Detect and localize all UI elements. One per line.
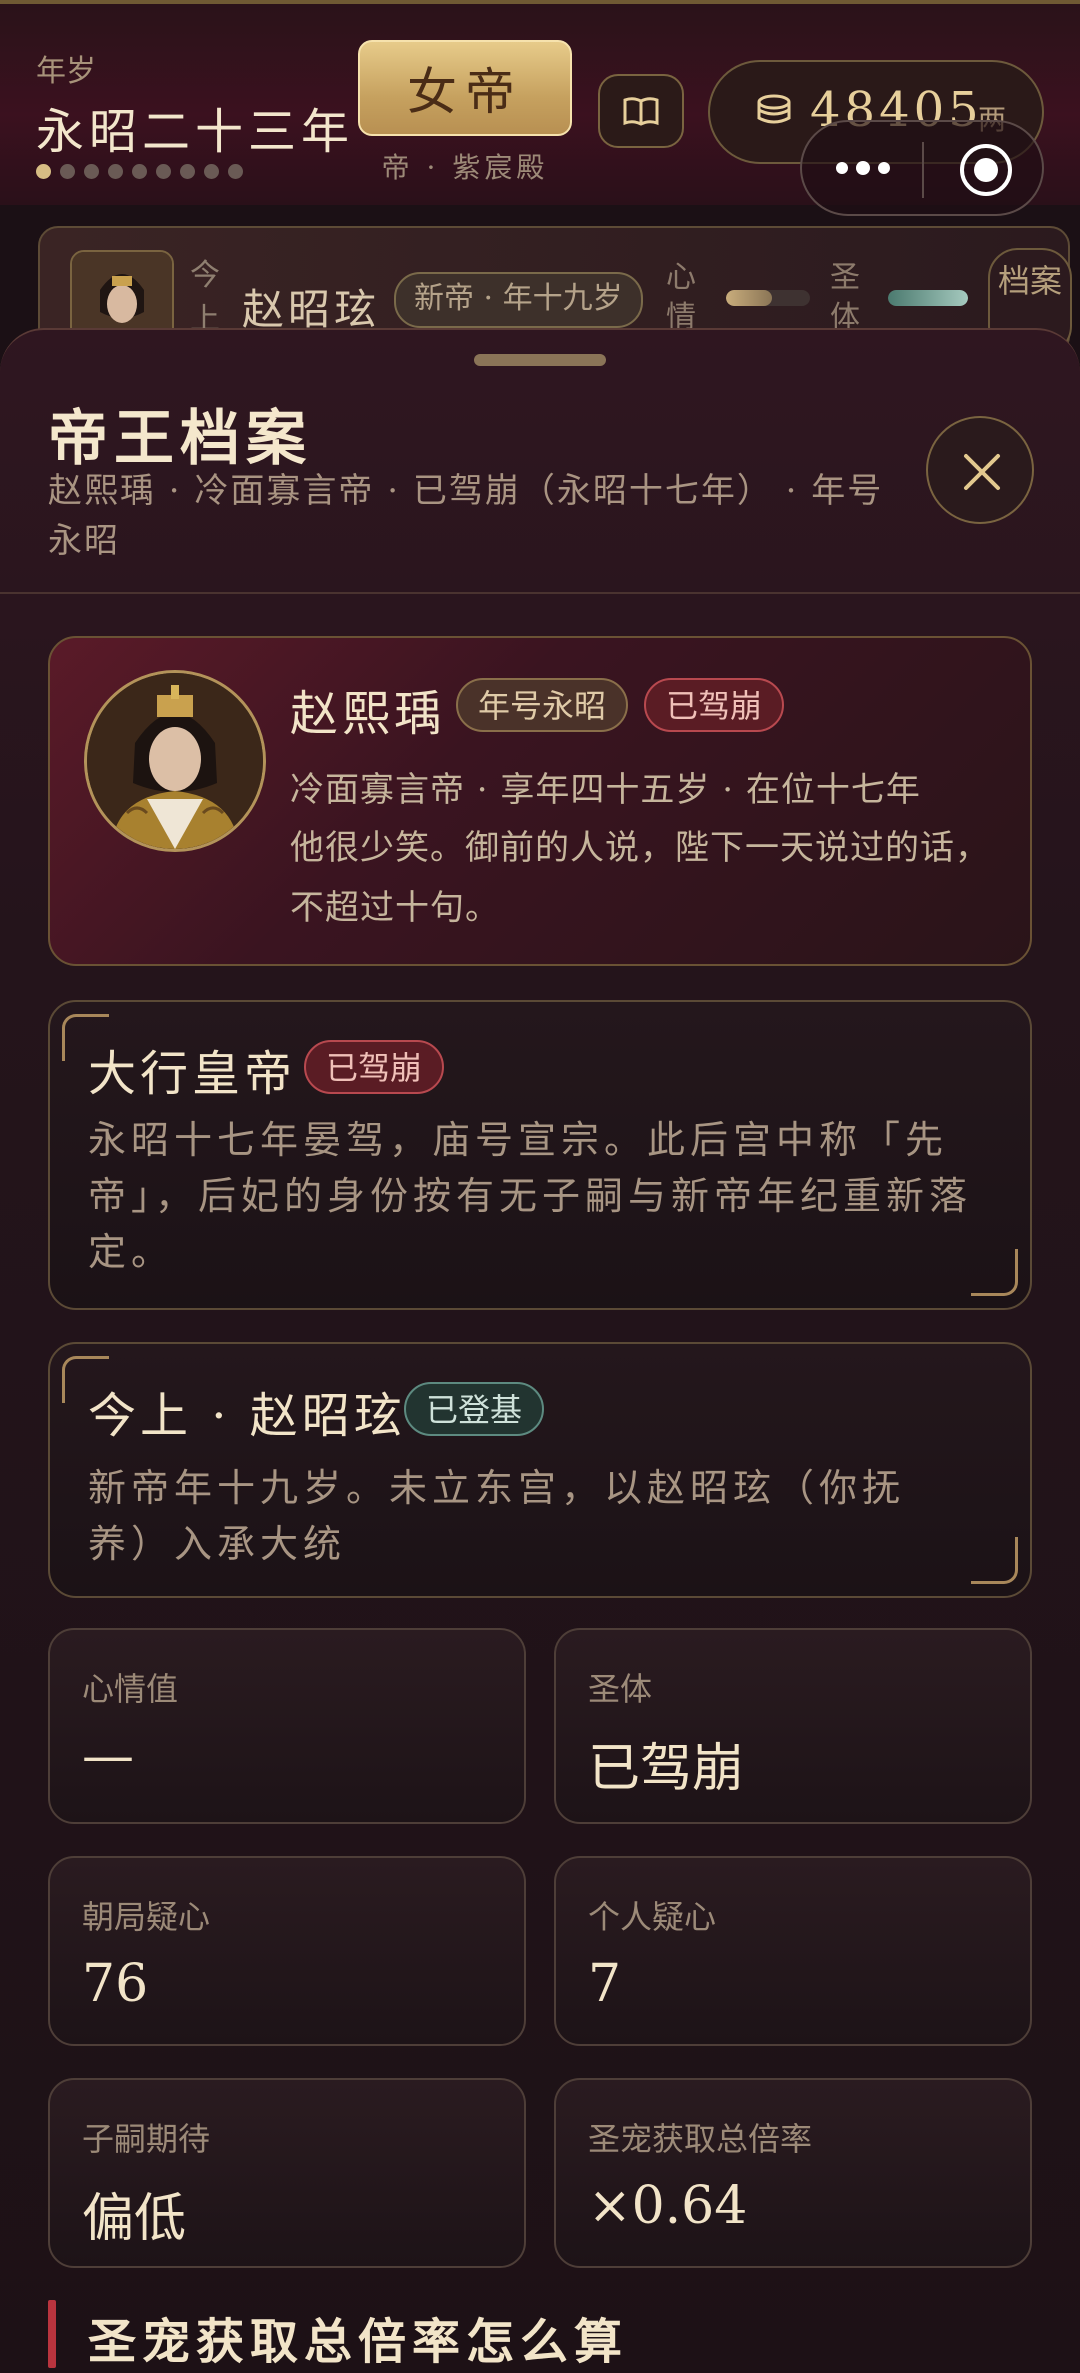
current-emperor-text: 新帝年十九岁。未立东宫，以赵昭玹（你抚养）入承大统 bbox=[88, 1466, 906, 1566]
progress-dot bbox=[36, 164, 51, 179]
more-dots-icon[interactable] bbox=[836, 161, 890, 175]
progress-dot bbox=[60, 164, 75, 179]
stat-card-health: 圣体 已驾崩 bbox=[554, 1628, 1032, 1824]
deceased-tag: 已驾崩 bbox=[304, 1040, 445, 1094]
close-icon bbox=[964, 454, 1000, 490]
ruler-tag: 新帝 · 年十九岁 bbox=[394, 272, 643, 328]
progress-dot bbox=[228, 164, 243, 179]
stat-card-heir-expectation: 子嗣期待 偏低 bbox=[48, 2078, 526, 2268]
progress-dot bbox=[180, 164, 195, 179]
stat-value: 偏低 bbox=[82, 2189, 187, 2249]
sheet-subtitle: 赵熙瑀 · 冷面寡言帝 · 已驾崩（永昭十七年） · 年号永昭 bbox=[48, 471, 884, 561]
miniprogram-capsule bbox=[800, 120, 1044, 216]
stat-value: 已驾崩 bbox=[588, 1739, 745, 1799]
progress-dots bbox=[36, 164, 243, 179]
mood-bar bbox=[726, 290, 810, 306]
mood-label: 心情 bbox=[666, 260, 696, 335]
progress-dot bbox=[108, 164, 123, 179]
book-icon bbox=[623, 97, 659, 126]
stat-label: 圣宠获取总倍率 bbox=[588, 2120, 813, 2158]
target-icon[interactable] bbox=[960, 144, 1012, 196]
corner-ornament bbox=[971, 1537, 1018, 1584]
sheet-divider bbox=[0, 592, 1080, 594]
stat-label: 子嗣期待 bbox=[82, 2120, 211, 2158]
capsule-divider bbox=[922, 142, 924, 198]
stat-value: 76 bbox=[82, 1954, 149, 2014]
era-label: 年岁 bbox=[36, 54, 96, 89]
current-emperor-title: 今上 · 赵昭玹 bbox=[88, 1388, 406, 1444]
emperor-profile-card: 赵熙瑀 年号永昭 已驾崩 冷面寡言帝 · 享年四十五岁 · 在位十七年 他很少笑… bbox=[48, 636, 1032, 966]
palace-label: 帝 · 紫宸殿 bbox=[381, 151, 549, 184]
sheet-drag-handle[interactable] bbox=[474, 354, 606, 366]
late-emperor-card: 大行皇帝 已驾崩 永昭十七年晏驾，庙号宣宗。此后宫中称「先帝」，后妃的身份按有无… bbox=[48, 1000, 1032, 1310]
stat-value: — bbox=[82, 1726, 134, 1786]
section-accent-bar bbox=[48, 2300, 56, 2368]
top-status-bar: 年岁 永昭二十三年 女帝 帝 · 紫宸殿 48405 两 bbox=[0, 0, 1080, 216]
stat-label: 圣体 bbox=[588, 1670, 653, 1708]
stat-card-mood: 心情值 — bbox=[48, 1628, 526, 1824]
sheet-title: 帝王档案 bbox=[48, 404, 312, 474]
progress-dot bbox=[156, 164, 171, 179]
close-button[interactable] bbox=[926, 416, 1034, 524]
stat-label: 朝局疑心 bbox=[82, 1898, 211, 1936]
late-emperor-text: 永昭十七年晏驾，庙号宣宗。此后宫中称「先帝」，后妃的身份按有无子嗣与新帝年纪重新… bbox=[88, 1118, 973, 1274]
body-bar bbox=[888, 290, 968, 306]
book-button[interactable] bbox=[598, 74, 684, 148]
coin-stack-icon bbox=[757, 94, 791, 124]
emperor-dossier-sheet: 帝王档案 赵熙瑀 · 冷面寡言帝 · 已驾崩（永昭十七年） · 年号永昭 赵熙瑀… bbox=[0, 328, 1080, 2373]
progress-dot bbox=[204, 164, 219, 179]
emperor-summary: 冷面寡言帝 · 享年四十五岁 · 在位十七年 bbox=[290, 770, 921, 810]
emperor-description: 他很少笑。御前的人说，陛下一天说过的话，不超过十句。 bbox=[290, 828, 990, 928]
emperor-name: 赵熙瑀 bbox=[290, 686, 447, 742]
emperor-portrait bbox=[84, 670, 266, 852]
stat-card-court-suspicion: 朝局疑心 76 bbox=[48, 1856, 526, 2046]
enthroned-tag: 已登基 bbox=[404, 1382, 545, 1436]
role-title-button[interactable]: 女帝 bbox=[358, 40, 572, 136]
stat-value: ×0.64 bbox=[588, 2176, 748, 2236]
late-emperor-title: 大行皇帝 bbox=[88, 1046, 297, 1102]
stat-value: 7 bbox=[588, 1954, 622, 2014]
progress-dot bbox=[132, 164, 147, 179]
stat-label: 个人疑心 bbox=[588, 1898, 717, 1936]
progress-dot bbox=[84, 164, 99, 179]
stat-card-personal-suspicion: 个人疑心 7 bbox=[554, 1856, 1032, 2046]
era-value: 永昭二十三年 bbox=[36, 104, 355, 160]
stat-label: 心情值 bbox=[82, 1670, 179, 1708]
stat-card-favor-multiplier: 圣宠获取总倍率 ×0.64 bbox=[554, 2078, 1032, 2268]
deceased-tag: 已驾崩 bbox=[644, 678, 785, 732]
current-emperor-card: 今上 · 赵昭玹 已登基 新帝年十九岁。未立东宫，以赵昭玹（你抚养）入承大统 bbox=[48, 1342, 1032, 1598]
body-label: 圣体 bbox=[830, 260, 860, 335]
era-tag: 年号永昭 bbox=[456, 678, 629, 732]
section-title: 圣宠获取总倍率怎么算 bbox=[88, 2314, 629, 2370]
